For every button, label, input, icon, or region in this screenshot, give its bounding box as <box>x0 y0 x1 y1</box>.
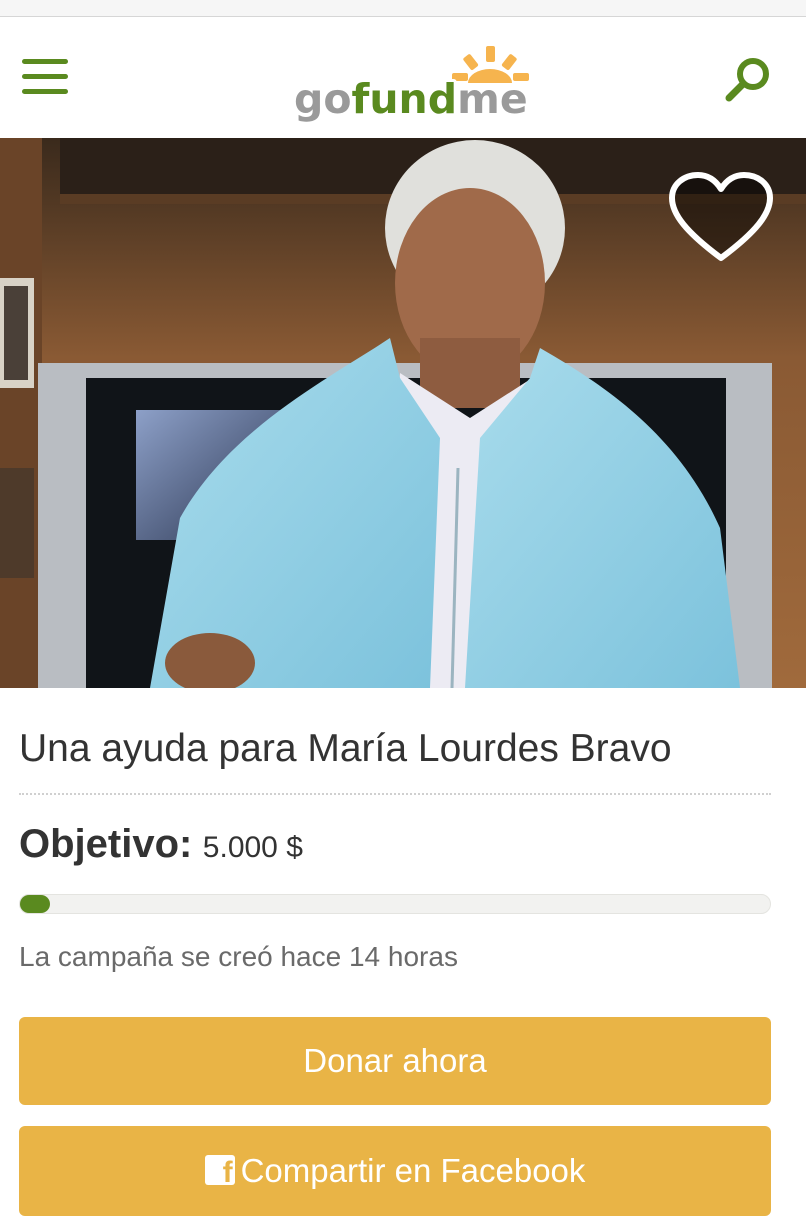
goal-label: Objetivo: <box>19 822 193 866</box>
search-icon[interactable] <box>722 53 776 107</box>
site-header: gofundme gofundme <box>0 17 806 138</box>
logo-wordmark: gofundme <box>294 75 528 123</box>
facebook-icon: f <box>204 1155 235 1185</box>
campaign-created-text: La campaña se creó hace 14 horas <box>19 941 458 972</box>
donate-now-button[interactable]: Donar ahora <box>19 1017 771 1105</box>
heart-icon[interactable] <box>666 170 776 266</box>
donation-progress-bar <box>19 894 771 914</box>
share-facebook-label: Compartir en Facebook <box>240 1152 586 1189</box>
campaign-title: Una ayuda para María Lourdes Bravo <box>19 727 672 770</box>
goal-amount: 5.000 $ <box>202 831 303 864</box>
progress-fill <box>20 895 50 913</box>
gofundme-logo[interactable]: gofundme gofundme <box>290 43 535 123</box>
share-facebook-button[interactable]: f Compartir en Facebook <box>19 1126 771 1216</box>
divider <box>19 793 771 795</box>
donate-now-label: Donar ahora <box>303 1042 487 1079</box>
goal-row: Objetivo: 5.000 $ <box>19 822 303 878</box>
browser-top-strip <box>0 0 806 17</box>
hamburger-menu-icon[interactable] <box>20 57 70 97</box>
